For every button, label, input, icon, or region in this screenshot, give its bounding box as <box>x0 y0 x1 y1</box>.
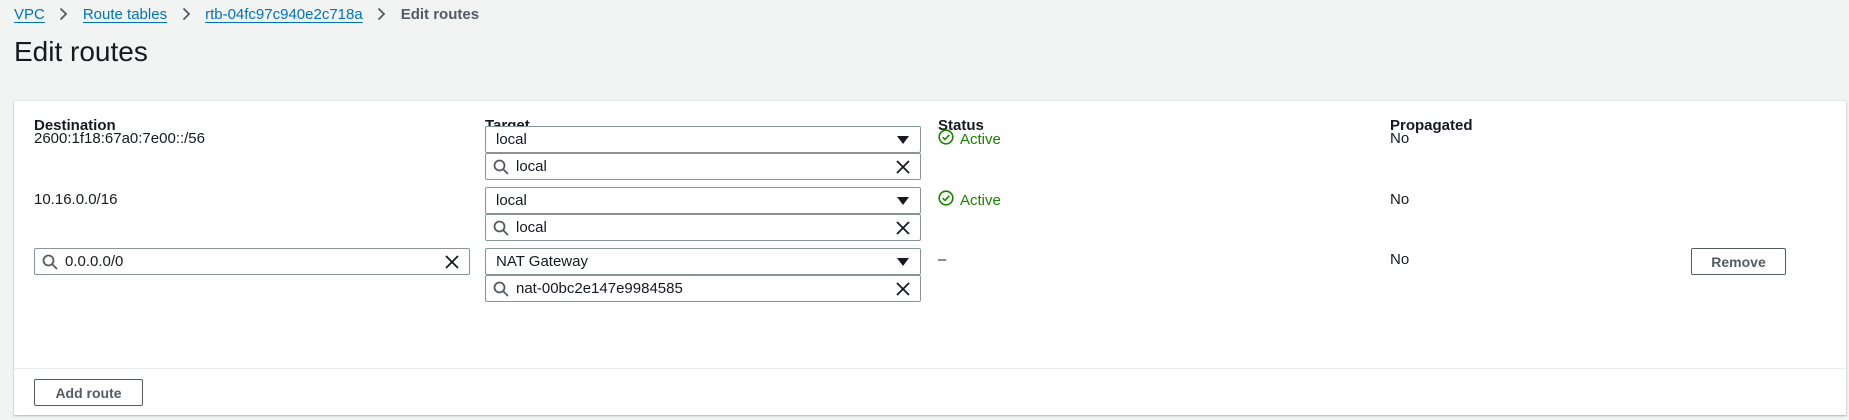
chevron-right-icon <box>363 7 401 21</box>
breadcrumb-vpc[interactable]: VPC <box>14 6 45 23</box>
breadcrumb-route-table-id[interactable]: rtb-04fc97c940e2c718a <box>205 6 363 23</box>
search-icon <box>486 281 516 297</box>
status-badge: Active <box>938 129 1001 149</box>
target-type-value: local <box>496 192 527 209</box>
caret-down-icon <box>886 135 920 144</box>
breadcrumb-route-tables[interactable]: Route tables <box>83 6 167 23</box>
status-text: – <box>938 251 947 268</box>
page-title: Edit routes <box>14 36 148 67</box>
check-circle-icon <box>938 190 954 210</box>
caret-down-icon <box>886 257 920 266</box>
target-search <box>485 275 921 302</box>
destination-text: 10.16.0.0/16 <box>34 191 118 208</box>
caret-down-icon <box>886 196 920 205</box>
target-search-input[interactable] <box>516 158 886 175</box>
chevron-right-icon <box>167 7 205 21</box>
search-icon <box>486 220 516 236</box>
breadcrumb: VPC Route tables rtb-04fc97c940e2c718a E… <box>14 4 479 24</box>
add-route-button[interactable]: Add route <box>34 379 143 406</box>
target-search <box>485 214 921 241</box>
routes-panel: Destination Target Status Propagated 260… <box>14 101 1846 415</box>
destination-text: 2600:1f18:67a0:7e00::/56 <box>34 130 205 147</box>
close-icon[interactable] <box>886 220 920 235</box>
search-icon <box>486 159 516 175</box>
status-badge: Active <box>938 190 1001 210</box>
check-circle-icon <box>938 129 954 149</box>
target-type-value: NAT Gateway <box>496 253 588 270</box>
close-icon[interactable] <box>886 281 920 296</box>
propagated-text: No <box>1390 191 1410 208</box>
target-type-select[interactable]: local <box>485 187 921 214</box>
status-text: Active <box>960 191 1001 209</box>
close-icon[interactable] <box>435 254 469 269</box>
remove-button[interactable]: Remove <box>1691 248 1786 275</box>
close-icon[interactable] <box>886 159 920 174</box>
destination-search <box>34 248 470 275</box>
propagated-text: No <box>1390 251 1410 268</box>
target-type-select[interactable]: NAT Gateway <box>485 248 921 275</box>
divider <box>14 368 1846 369</box>
chevron-right-icon <box>45 7 83 21</box>
target-type-select[interactable]: local <box>485 126 921 153</box>
destination-input[interactable] <box>65 253 435 270</box>
search-icon <box>35 254 65 270</box>
status-text: Active <box>960 130 1001 148</box>
target-type-value: local <box>496 131 527 148</box>
propagated-text: No <box>1390 130 1410 147</box>
target-search-input[interactable] <box>516 280 886 297</box>
breadcrumb-current: Edit routes <box>400 5 480 23</box>
target-search <box>485 153 921 180</box>
target-search-input[interactable] <box>516 219 886 236</box>
